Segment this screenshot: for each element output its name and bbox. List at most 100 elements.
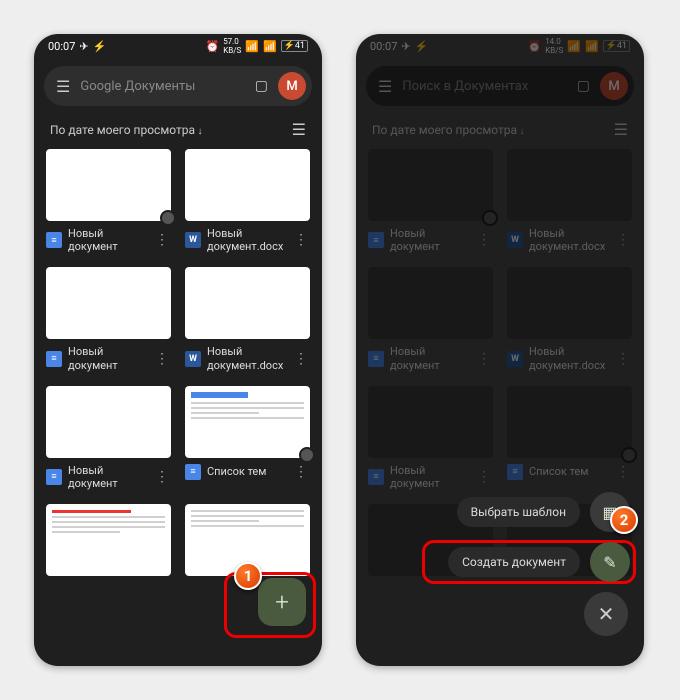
action-choose-template[interactable]: Выбрать шаблон ▦ xyxy=(448,492,630,532)
action-label: Выбрать шаблон xyxy=(457,497,580,527)
document-item[interactable]: ≡ Список тем ⋮ xyxy=(185,386,310,494)
word-icon: W xyxy=(507,232,523,248)
status-bar: 00:07 ✈ ⚡ ⏰ 57.0KB/S 📶 📶 ⚡41 xyxy=(34,34,322,58)
word-icon: W xyxy=(507,351,523,367)
search-bar[interactable]: ☰ Google Документы ▢ M xyxy=(44,66,312,106)
signal-icon: 📶 xyxy=(263,40,277,53)
menu-icon[interactable]: ☰ xyxy=(378,77,392,96)
document-item[interactable]: W Новый документ.docx ⋮ xyxy=(507,267,632,375)
sort-bar: По дате моего просмотра ☰ xyxy=(34,114,322,149)
doc-menu-icon[interactable]: ⋮ xyxy=(475,351,493,367)
bolt-icon: ⚡ xyxy=(415,40,429,53)
doc-title: Новый документ xyxy=(390,345,469,371)
alarm-icon: ⏰ xyxy=(205,40,219,53)
doc-menu-icon[interactable]: ⋮ xyxy=(614,351,632,367)
word-icon: W xyxy=(185,232,201,248)
word-icon: W xyxy=(185,351,201,367)
doc-title: Список тем xyxy=(207,465,286,478)
doc-menu-icon[interactable]: ⋮ xyxy=(475,232,493,248)
action-create-document[interactable]: Создать документ ✎ xyxy=(448,542,630,582)
fab-close-button[interactable]: ✕ xyxy=(584,592,628,636)
document-item[interactable]: ≡ Новый документ ⋮ xyxy=(46,149,171,257)
annotation-marker-1: 1 xyxy=(234,562,262,590)
signal-icon: 📶 xyxy=(245,40,259,53)
document-item[interactable]: ≡ Новый документ ⋮ xyxy=(368,149,493,257)
fab-create-button[interactable]: + xyxy=(258,578,306,626)
doc-title: Новый документ xyxy=(68,464,147,490)
document-item[interactable]: ≡ Новый документ ⋮ xyxy=(46,267,171,375)
doc-menu-icon[interactable]: ⋮ xyxy=(614,464,632,480)
doc-menu-icon[interactable]: ⋮ xyxy=(292,351,310,367)
doc-title: Новый документ xyxy=(68,345,147,371)
doc-title: Новый документ.docx xyxy=(529,345,608,371)
sort-dropdown[interactable]: По дате моего просмотра xyxy=(50,123,202,137)
fab-action-menu: Выбрать шаблон ▦ Создать документ ✎ xyxy=(448,492,630,582)
signal-icon: 📶 xyxy=(585,40,599,53)
phone-screenshot-1: 00:07 ✈ ⚡ ⏰ 57.0KB/S 📶 📶 ⚡41 ☰ Google До… xyxy=(34,34,322,666)
send-icon: ✈ xyxy=(79,40,88,53)
close-icon: ✕ xyxy=(598,602,615,626)
gdoc-icon: ≡ xyxy=(368,351,384,367)
net-speed: 57.0KB/S xyxy=(223,37,241,55)
bolt-icon: ⚡ xyxy=(93,40,107,53)
search-input[interactable]: Google Документы xyxy=(80,79,244,94)
plus-icon: + xyxy=(275,588,289,616)
document-item[interactable]: ≡ Новый документ ⋮ xyxy=(368,386,493,494)
view-toggle-icon[interactable]: ☰ xyxy=(292,120,306,139)
search-input[interactable]: Поиск в Документах xyxy=(402,79,566,94)
doc-menu-icon[interactable]: ⋮ xyxy=(153,232,171,248)
folder-icon[interactable]: ▢ xyxy=(255,78,268,94)
view-toggle-icon[interactable]: ☰ xyxy=(614,120,628,139)
shared-badge-icon xyxy=(621,447,637,463)
document-item[interactable]: ≡ Список тем ⋮ xyxy=(507,386,632,494)
doc-menu-icon[interactable]: ⋮ xyxy=(292,232,310,248)
gdoc-icon: ≡ xyxy=(185,464,201,480)
document-grid: ≡ Новый документ ⋮ W Новый документ.docx… xyxy=(34,149,322,576)
document-item[interactable]: ≡ Новый документ ⋮ xyxy=(368,267,493,375)
clock: 00:07 xyxy=(370,40,397,53)
shared-badge-icon xyxy=(482,210,498,226)
gdoc-icon: ≡ xyxy=(368,232,384,248)
menu-icon[interactable]: ☰ xyxy=(56,77,70,96)
shared-badge-icon xyxy=(299,447,315,463)
gdoc-icon: ≡ xyxy=(46,351,62,367)
gdoc-icon: ≡ xyxy=(46,232,62,248)
annotation-marker-2: 2 xyxy=(610,506,638,534)
gdoc-icon: ≡ xyxy=(46,469,62,485)
doc-menu-icon[interactable]: ⋮ xyxy=(153,351,171,367)
net-speed: 14.0KB/S xyxy=(545,37,563,55)
doc-title: Новый документ xyxy=(390,464,469,490)
status-bar: 00:07 ✈ ⚡ ⏰ 14.0KB/S 📶 📶 ⚡41 xyxy=(356,34,644,58)
document-item[interactable]: W Новый документ.docx ⋮ xyxy=(185,149,310,257)
alarm-icon: ⏰ xyxy=(527,40,541,53)
gdoc-icon: ≡ xyxy=(507,464,523,480)
document-item[interactable]: ≡ Новый документ ⋮ xyxy=(46,386,171,494)
phone-screenshot-2: 00:07 ✈ ⚡ ⏰ 14.0KB/S 📶 📶 ⚡41 ☰ Поиск в Д… xyxy=(356,34,644,666)
doc-menu-icon[interactable]: ⋮ xyxy=(153,469,171,485)
sort-bar: По дате моего просмотра ☰ xyxy=(356,114,644,149)
sort-dropdown[interactable]: По дате моего просмотра xyxy=(372,123,524,137)
doc-menu-icon[interactable]: ⋮ xyxy=(475,469,493,485)
doc-menu-icon[interactable]: ⋮ xyxy=(614,232,632,248)
avatar[interactable]: M xyxy=(278,72,306,100)
folder-icon[interactable]: ▢ xyxy=(577,78,590,94)
document-item[interactable] xyxy=(46,504,171,576)
shared-badge-icon xyxy=(160,210,176,226)
doc-title: Новый документ xyxy=(68,227,147,253)
document-item[interactable]: W Новый документ.docx ⋮ xyxy=(507,149,632,257)
send-icon: ✈ xyxy=(401,40,410,53)
doc-title: Новый документ.docx xyxy=(207,345,286,371)
document-item[interactable]: W Новый документ.docx ⋮ xyxy=(185,267,310,375)
doc-title: Новый документ.docx xyxy=(529,227,608,253)
doc-title: Новый документ xyxy=(390,227,469,253)
avatar[interactable]: M xyxy=(600,72,628,100)
battery-icon: ⚡41 xyxy=(281,40,308,52)
doc-title: Список тем xyxy=(529,465,608,478)
search-bar[interactable]: ☰ Поиск в Документах ▢ M xyxy=(366,66,634,106)
gdoc-icon: ≡ xyxy=(368,469,384,485)
doc-title: Новый документ.docx xyxy=(207,227,286,253)
battery-icon: ⚡41 xyxy=(603,40,630,52)
pencil-icon[interactable]: ✎ xyxy=(590,542,630,582)
action-label: Создать документ xyxy=(448,547,580,577)
doc-menu-icon[interactable]: ⋮ xyxy=(292,464,310,480)
